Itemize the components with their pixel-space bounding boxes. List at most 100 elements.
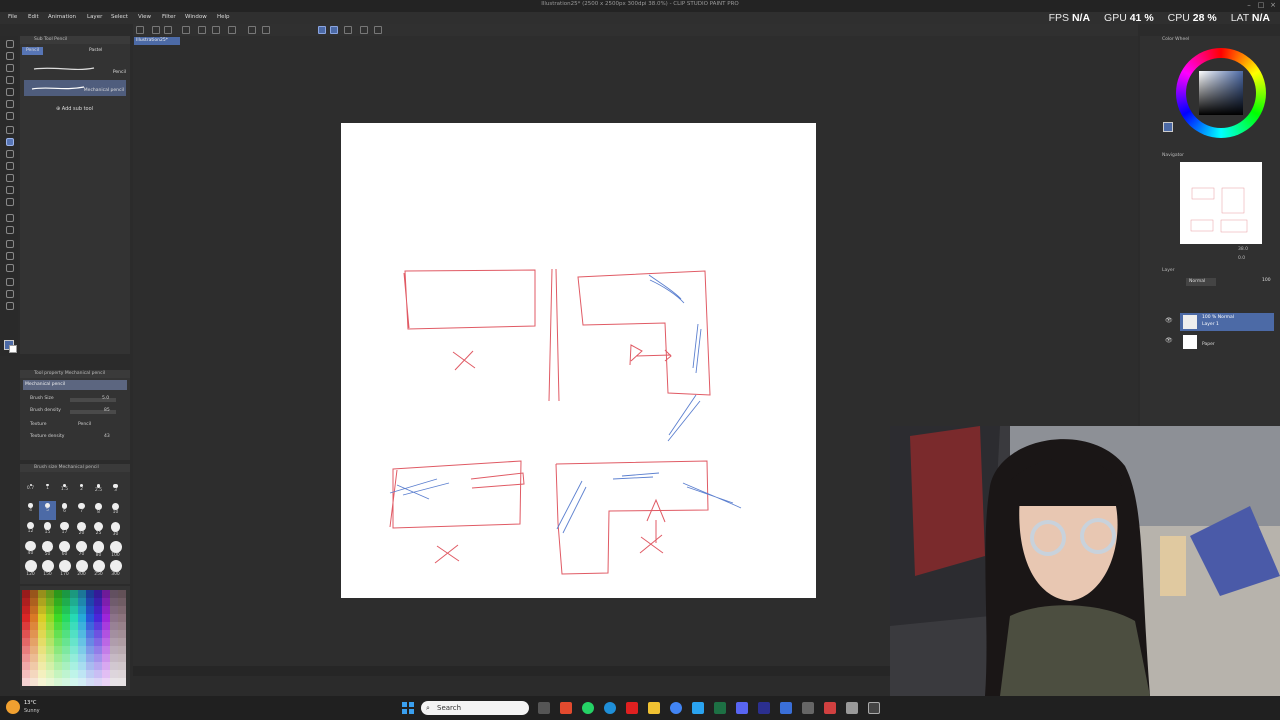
color-swatch[interactable]: [22, 622, 30, 630]
color-swatch[interactable]: [118, 654, 126, 662]
texture-row[interactable]: Texture Pencil: [20, 420, 130, 432]
undo-icon[interactable]: [198, 26, 206, 34]
color-swatch[interactable]: [86, 678, 94, 686]
tab-pastel[interactable]: Pastel: [85, 47, 106, 55]
lasso-tool-icon[interactable]: [6, 100, 14, 108]
chrome-icon[interactable]: [670, 702, 682, 714]
settings-app-icon[interactable]: [802, 702, 814, 714]
color-swatch[interactable]: [62, 630, 70, 638]
color-swatch[interactable]: [110, 590, 118, 598]
color-swatch[interactable]: [46, 662, 54, 670]
fill-tool-icon[interactable]: [6, 214, 14, 222]
transform-icon[interactable]: [248, 26, 256, 34]
ruler-icon[interactable]: [360, 26, 368, 34]
drawing-canvas[interactable]: [341, 123, 816, 598]
color-swatch[interactable]: [86, 598, 94, 606]
color-swatch[interactable]: [30, 630, 38, 638]
navigator-preview[interactable]: [1180, 162, 1262, 244]
maximize-icon[interactable]: □: [1256, 1, 1266, 9]
color-swatch[interactable]: [46, 654, 54, 662]
color-swatch[interactable]: [30, 662, 38, 670]
blend-tool-icon[interactable]: [6, 198, 14, 206]
color-swatch[interactable]: [94, 630, 102, 638]
brush-size-option[interactable]: 25: [90, 520, 107, 539]
color-swatch[interactable]: [62, 670, 70, 678]
color-swatch[interactable]: [46, 670, 54, 678]
color-swatch[interactable]: [78, 654, 86, 662]
color-swatch[interactable]: [54, 662, 62, 670]
snap-grid-icon[interactable]: [344, 26, 352, 34]
color-swatch[interactable]: [38, 590, 46, 598]
color-swatch[interactable]: [30, 670, 38, 678]
menu-layer[interactable]: Layer: [87, 14, 102, 20]
menu-help[interactable]: Help: [217, 14, 230, 20]
color-swatch[interactable]: [94, 606, 102, 614]
color-swatch[interactable]: [62, 654, 70, 662]
balloon-tool-icon[interactable]: [6, 290, 14, 298]
layer-row-paper[interactable]: Paper: [1180, 333, 1274, 351]
gradient-tool-icon[interactable]: [6, 226, 14, 234]
color-swatch[interactable]: [94, 622, 102, 630]
zoom-tool-icon[interactable]: [6, 40, 14, 48]
color-swatch[interactable]: [102, 598, 110, 606]
color-swatch[interactable]: [102, 622, 110, 630]
color-swatch[interactable]: [46, 590, 54, 598]
color-swatch[interactable]: [118, 606, 126, 614]
brush-size-option[interactable]: 300: [107, 558, 124, 577]
minimize-icon[interactable]: –: [1244, 1, 1254, 9]
color-swatch[interactable]: [94, 670, 102, 678]
color-swatch[interactable]: [54, 598, 62, 606]
canvas-tab[interactable]: Illustration25*: [134, 37, 180, 45]
color-swatch[interactable]: [118, 646, 126, 654]
color-swatch[interactable]: [78, 614, 86, 622]
app-icon[interactable]: [560, 702, 572, 714]
brush-size-option[interactable]: 80: [90, 539, 107, 558]
color-swatch[interactable]: [22, 606, 30, 614]
layer-opacity[interactable]: 100: [1262, 278, 1271, 283]
print-icon[interactable]: [182, 26, 190, 34]
color-swatch[interactable]: [30, 598, 38, 606]
color-swatch[interactable]: [54, 638, 62, 646]
color-swatch[interactable]: [22, 670, 30, 678]
weather-icon[interactable]: [6, 700, 20, 714]
color-swatch[interactable]: [62, 638, 70, 646]
brush-size-option[interactable]: 200: [73, 558, 90, 577]
color-swatch[interactable]: [86, 606, 94, 614]
pencil-tool-icon[interactable]: [6, 138, 14, 146]
color-swatch[interactable]: [54, 670, 62, 678]
color-swatch[interactable]: [30, 678, 38, 686]
brush-size-option[interactable]: 150: [39, 558, 56, 577]
color-swatch[interactable]: [22, 678, 30, 686]
app-icon[interactable]: [692, 702, 704, 714]
color-swatch[interactable]: [38, 614, 46, 622]
color-swatch[interactable]: [54, 614, 62, 622]
color-swatch[interactable]: [86, 662, 94, 670]
color-swatch[interactable]: [30, 638, 38, 646]
color-swatch[interactable]: [78, 638, 86, 646]
color-swatch[interactable]: [102, 646, 110, 654]
color-swatch[interactable]: [46, 598, 54, 606]
color-swatch[interactable]: [118, 662, 126, 670]
color-swatch[interactable]: [118, 614, 126, 622]
color-swatch[interactable]: [22, 638, 30, 646]
color-wheel[interactable]: [1176, 48, 1266, 138]
airbrush-tool-icon[interactable]: [6, 162, 14, 170]
color-swatch[interactable]: [62, 606, 70, 614]
select-all-icon[interactable]: [262, 26, 270, 34]
color-swatch[interactable]: [38, 654, 46, 662]
color-swatch[interactable]: [110, 622, 118, 630]
color-swatch[interactable]: [46, 678, 54, 686]
color-swatch[interactable]: [110, 614, 118, 622]
brush-size-option[interactable]: 120: [22, 558, 39, 577]
redo-icon[interactable]: [212, 26, 220, 34]
color-swatch[interactable]: [78, 670, 86, 678]
color-swatch[interactable]: [102, 630, 110, 638]
color-swatch[interactable]: [38, 662, 46, 670]
brush-tool-icon[interactable]: [6, 150, 14, 158]
color-swatch[interactable]: [54, 678, 62, 686]
color-swatch[interactable]: [94, 598, 102, 606]
sub-color-swatch[interactable]: [9, 345, 17, 353]
brush-size-option[interactable]: 17: [56, 520, 73, 539]
color-swatch[interactable]: [38, 638, 46, 646]
brush-size-option[interactable]: 30: [107, 520, 124, 539]
